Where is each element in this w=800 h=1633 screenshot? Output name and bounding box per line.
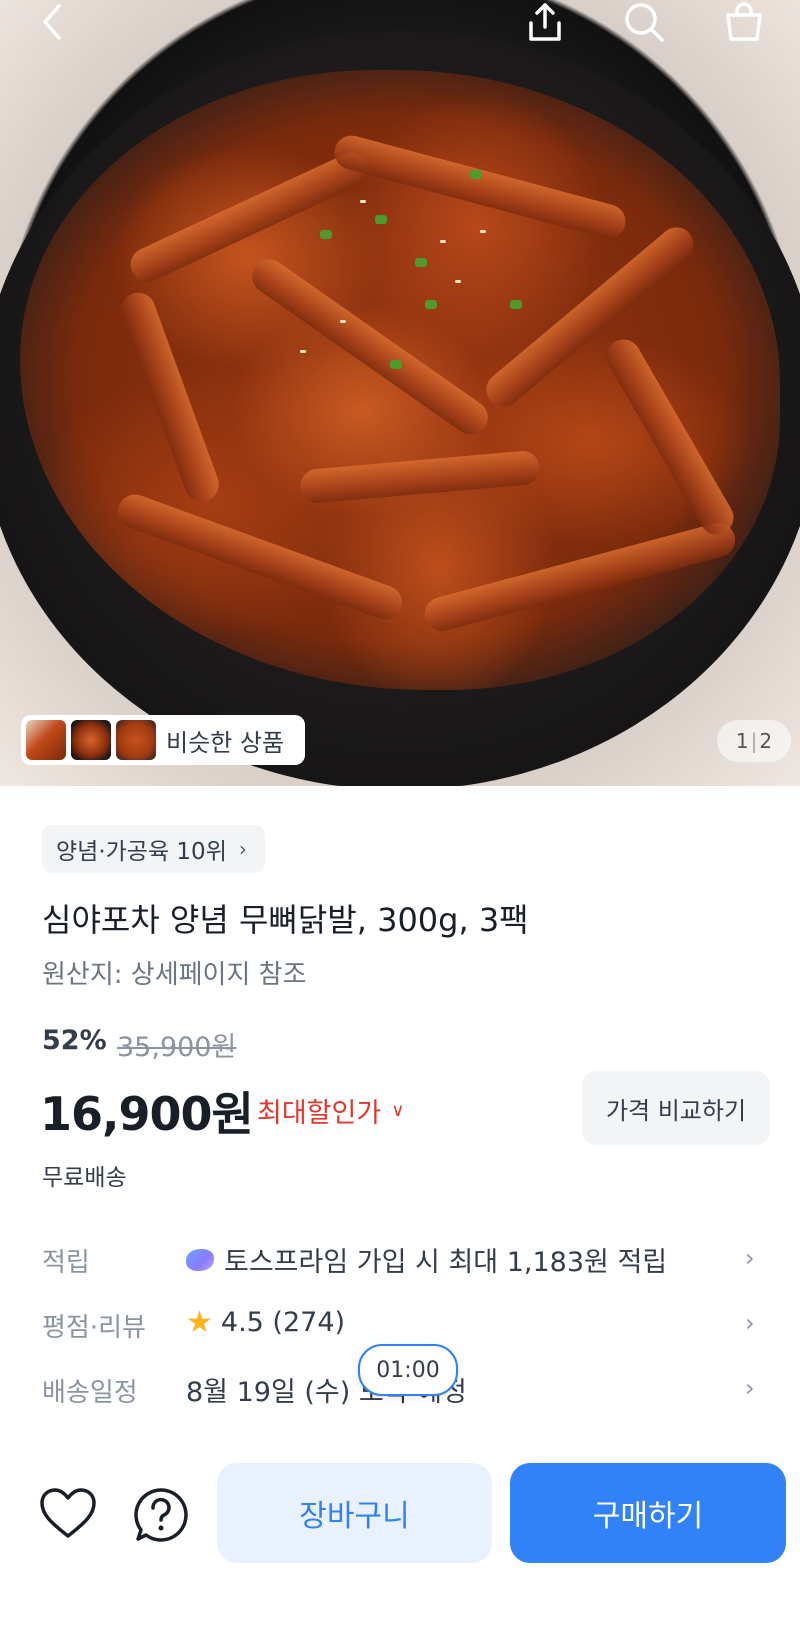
product-image[interactable]: 비슷한 상품 1 | 2: [0, 0, 800, 786]
similar-thumbnail: [116, 720, 156, 760]
info-label: 적립: [42, 1248, 90, 1278]
price-compare-button[interactable]: 가격 비교하기: [582, 1071, 770, 1145]
timer-badge: 01:00: [358, 1344, 458, 1396]
product-title: 심야포차 양념 무뼈닭발, 300g, 3팩: [42, 901, 529, 939]
chevron-down-icon: ∨: [391, 1100, 405, 1121]
info-label: 평점·리뷰: [42, 1313, 146, 1343]
bottom-action-bar: 장바구니 구매하기: [0, 1440, 800, 1633]
add-to-cart-button[interactable]: 장바구니: [217, 1463, 492, 1563]
category-rank-chip[interactable]: 양념·가공육 10위 ›: [42, 825, 265, 873]
info-value: ★ 4.5 (274): [186, 1305, 345, 1340]
shipping-info: 무료배송: [42, 1165, 127, 1191]
chevron-right-icon: ›: [745, 1244, 755, 1272]
cart-icon[interactable]: [722, 2, 766, 42]
back-icon[interactable]: [30, 2, 74, 42]
similar-products-button[interactable]: 비슷한 상품: [21, 715, 305, 765]
search-icon[interactable]: [622, 2, 666, 42]
buy-now-button[interactable]: 구매하기: [510, 1463, 786, 1563]
pager-total: 2: [759, 729, 773, 753]
pager-current: 1: [735, 729, 749, 753]
food-detail: [480, 230, 486, 233]
question-icon[interactable]: [132, 1486, 192, 1546]
max-discount-dropdown[interactable]: 최대할인가 ∨: [257, 1091, 404, 1130]
food-detail: [360, 200, 366, 203]
wishlist-heart-icon[interactable]: [38, 1486, 102, 1546]
pager-separator: |: [750, 729, 758, 753]
food-detail: [440, 240, 446, 243]
share-icon[interactable]: [523, 2, 567, 42]
food-detail: [415, 258, 427, 267]
rank-chip-label: 양념·가공육 10위: [56, 839, 227, 865]
sale-price: 16,900원: [40, 1087, 254, 1141]
food-detail: [455, 280, 461, 283]
info-label: 배송일정: [42, 1378, 138, 1408]
chevron-right-icon: ›: [238, 837, 247, 861]
chevron-right-icon: ›: [745, 1309, 755, 1337]
food-detail: [320, 230, 332, 239]
food-detail: [390, 360, 402, 369]
toss-prime-icon: [186, 1248, 214, 1271]
rating-text: 4.5 (274): [220, 1307, 346, 1338]
image-pager: 1 | 2: [717, 720, 791, 762]
info-row-points[interactable]: 적립 토스프라임 가입 시 최대 1,183원 적립 ›: [0, 1230, 800, 1284]
similar-thumbnail: [71, 720, 111, 760]
food-detail: [510, 300, 522, 309]
discount-rate: 52%: [42, 1025, 107, 1056]
max-discount-label: 최대할인가: [257, 1098, 382, 1129]
original-price: 35,900원: [117, 1032, 237, 1063]
similar-products-label: 비슷한 상품: [166, 728, 285, 757]
info-value: 토스프라임 가입 시 최대 1,183원 적립: [186, 1240, 667, 1279]
similar-thumbnail: [26, 720, 66, 760]
chevron-right-icon: ›: [745, 1374, 755, 1402]
food-detail: [375, 215, 387, 224]
top-bar: [0, 0, 800, 48]
food-detail: [300, 350, 306, 353]
product-origin: 원산지: 상세페이지 참조: [42, 960, 307, 990]
points-text: 토스프라임 가입 시 최대 1,183원 적립: [224, 1247, 668, 1278]
info-row-reviews[interactable]: 평점·리뷰 ★ 4.5 (274) ›: [0, 1295, 800, 1349]
food-detail: [470, 170, 482, 179]
food-detail: [425, 300, 437, 309]
star-icon: ★: [186, 1305, 213, 1340]
food-detail: [340, 320, 346, 323]
